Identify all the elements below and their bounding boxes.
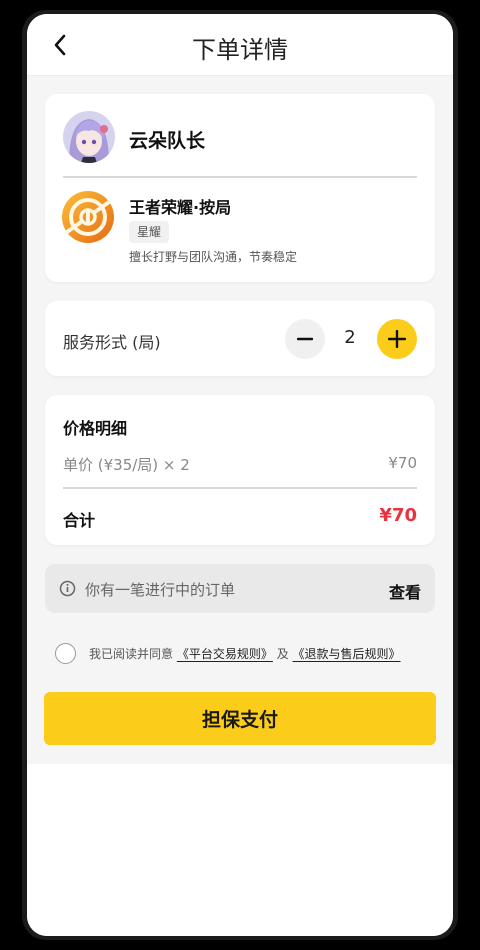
rank-badge: 星耀 [129,221,170,243]
price-title: 价格明细 [63,419,128,438]
avatar[interactable] [63,111,115,163]
screen: 下单详情 云朵队长 王者荣耀·按局 星耀 擅长打野与团队沟通，节奏稳定 服务形式… [27,14,453,936]
unit-price-label: 单价 (¥35/局) × 2 [63,456,190,474]
game-title: 王者荣耀·按局 [129,198,232,217]
info-icon [59,580,76,597]
total-value: ¥70 [379,505,417,526]
divider [63,487,417,489]
divider [63,176,417,178]
view-order-link[interactable]: 查看 [389,579,421,603]
provider-name: 云朵队长 [129,130,206,152]
provider-card: 云朵队长 王者荣耀·按局 星耀 擅长打野与团队沟通，节奏稳定 [45,94,435,282]
trade-rules-link[interactable]: 《平台交易规则》 [177,647,273,661]
ongoing-order-notice: 你有一笔进行中的订单 查看 [45,564,435,613]
service-label: 服务形式 (局) [63,333,161,352]
quantity-increase-button[interactable] [377,319,417,359]
secured-pay-button[interactable]: 担保支付 [44,692,436,745]
page-title: 下单详情 [192,36,288,64]
agreement-checkbox[interactable] [55,643,76,664]
quantity-value: 2 [344,327,356,348]
game-description: 擅长打野与团队沟通，节奏稳定 [129,250,298,264]
agreement-text: 我已阅读并同意 《平台交易规则》 及 《退款与售后规则》 [89,645,401,662]
price-card: 价格明细 单价 (¥35/局) × 2 ¥70 合计 ¥70 [45,395,435,545]
bottom-area [27,764,453,936]
refund-rules-link[interactable]: 《退款与售后规则》 [293,647,401,661]
agreement-prefix: 我已阅读并同意 [89,647,174,661]
game-icon [61,190,115,244]
total-label: 合计 [63,511,96,530]
agreement-joiner: 及 [276,647,289,661]
header: 下单详情 [27,14,453,76]
plus-icon [388,330,406,348]
notice-text: 你有一笔进行中的订单 [85,581,236,599]
unit-price-value: ¥70 [388,454,417,472]
quantity-decrease-button[interactable] [285,319,325,359]
minus-icon [297,337,313,341]
service-card: 服务形式 (局) 2 [45,301,435,376]
